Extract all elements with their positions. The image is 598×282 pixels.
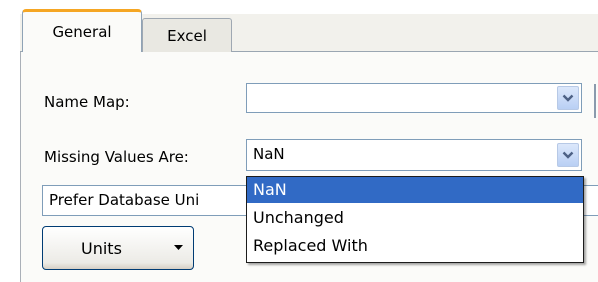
missing-values-value: NaN	[253, 145, 285, 163]
missing-values-label: Missing Values Are:	[44, 148, 189, 166]
tab-general-label: General	[52, 23, 112, 41]
tab-excel[interactable]: Excel	[142, 18, 232, 52]
missing-values-dropdown-button[interactable]	[557, 143, 579, 167]
dropdown-option-replaced-with[interactable]: Replaced With	[247, 233, 583, 259]
chevron-down-icon	[562, 94, 574, 102]
prefer-units-value: Prefer Database Uni	[49, 191, 200, 209]
tab-excel-label: Excel	[167, 26, 207, 45]
name-map-dropdown-button[interactable]	[557, 86, 579, 110]
chevron-down-icon	[562, 151, 574, 159]
missing-values-dropdown-list: NaN Unchanged Replaced With	[246, 176, 584, 263]
name-map-combobox[interactable]	[246, 83, 582, 113]
name-map-label: Name Map:	[44, 93, 130, 111]
tab-general[interactable]: General	[22, 9, 142, 52]
units-button[interactable]: Units	[42, 226, 194, 270]
units-button-label: Units	[81, 239, 122, 258]
dropdown-option-unchanged[interactable]: Unchanged	[247, 205, 583, 231]
missing-values-combobox[interactable]: NaN	[246, 139, 582, 171]
vertical-separator	[594, 84, 596, 118]
dropdown-option-nan[interactable]: NaN	[247, 177, 583, 203]
caret-down-icon	[174, 245, 183, 250]
